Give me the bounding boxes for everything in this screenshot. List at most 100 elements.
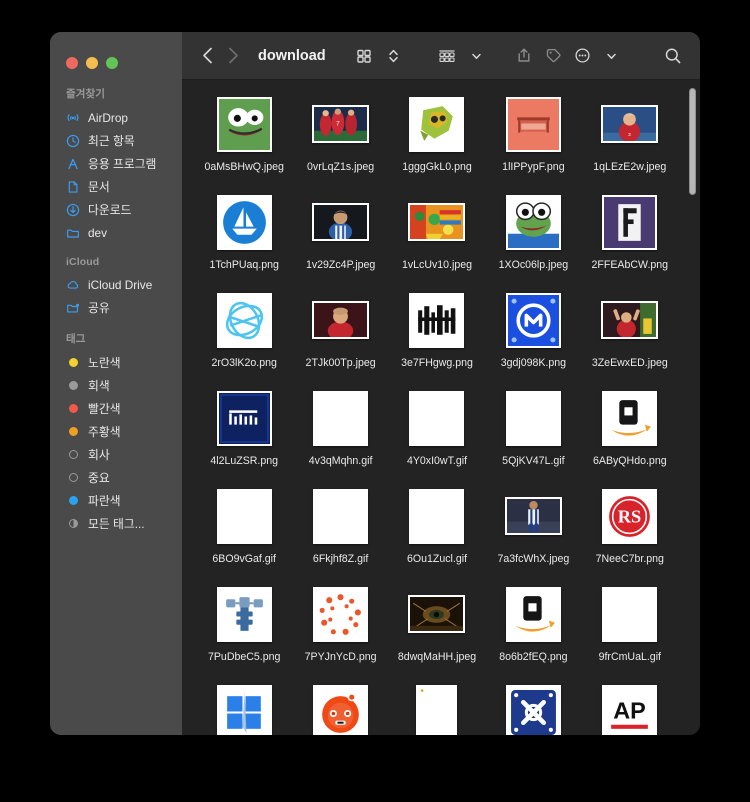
soccer-red-icon: 7 [312, 105, 370, 143]
sidebar-item-recents[interactable]: 최근 항목 [50, 129, 182, 152]
more-actions-button[interactable] [569, 43, 595, 69]
file-item[interactable]: 2FFEAbCW.png [582, 188, 678, 286]
tag-all-icon [66, 517, 80, 531]
file-name: 7PYJnYcD.png [304, 651, 377, 663]
file-item[interactable]: 8dwqMaHH.jpeg [389, 580, 485, 678]
file-item[interactable]: 7a3fcWhX.jpeg [485, 482, 581, 580]
salmon-banner-icon [505, 96, 561, 152]
scrollbar-thumb[interactable] [689, 88, 696, 195]
file-thumbnail [214, 290, 274, 350]
file-item[interactable]: 1TchPUaq.png [196, 188, 292, 286]
file-name: 8o6b2fEQ.png [499, 651, 568, 663]
sidebar-section-title: 태그 [66, 333, 86, 345]
sidebar-item-gray[interactable]: 회색 [50, 374, 182, 397]
sidebar-item-all-tags[interactable]: 모든 태그... [50, 512, 182, 535]
file-item[interactable]: 6Ou1Zucl.gif [389, 482, 485, 580]
file-name: 1TchPUaq.png [209, 259, 279, 271]
file-item[interactable]: 5QjKV47L.gif [485, 384, 581, 482]
sidebar-item-blue[interactable]: 파란색 [50, 489, 182, 512]
green-blob-icon [409, 96, 465, 152]
sidebar-item-yellow[interactable]: 노란색 [50, 351, 182, 374]
file-item[interactable]: 3 1qLEzE2w.jpeg [582, 90, 678, 188]
vertical-scrollbar[interactable] [688, 80, 697, 735]
file-item[interactable]: AP [582, 678, 678, 735]
blank-icon [216, 488, 272, 544]
more-chevron-icon[interactable] [598, 43, 624, 69]
file-name: 2FFEAbCW.png [591, 259, 669, 271]
file-item[interactable]: 2TJk00Tp.jpeg [292, 286, 388, 384]
file-item[interactable]: 6Fkjhf8Z.gif [292, 482, 388, 580]
file-item[interactable]: 4Y0xI0wT.gif [389, 384, 485, 482]
sidebar-item-icloud-drive[interactable]: iCloud Drive [50, 273, 182, 296]
sidebar-item-applications[interactable]: 응용 프로그램 [50, 152, 182, 175]
sidebar-item-airdrop[interactable]: AirDrop [50, 106, 182, 129]
file-thumbnail [407, 388, 467, 448]
download-icon [66, 203, 80, 217]
file-item[interactable]: 7 0vrLqZ1s.jpeg [292, 90, 388, 188]
file-item[interactable]: RS 7NeeC7br.png [582, 482, 678, 580]
sidebar-item-downloads[interactable]: 다운로드 [50, 198, 182, 221]
file-item[interactable]: 3ZeEwxED.jpeg [582, 286, 678, 384]
minimize-button[interactable] [86, 57, 98, 69]
close-button[interactable] [66, 57, 78, 69]
file-item[interactable]: 1vLcUv10.jpeg [389, 188, 485, 286]
file-item[interactable]: 2rO3lK2o.png [196, 286, 292, 384]
file-thumbnail [503, 486, 563, 546]
toolbar: download [182, 32, 700, 80]
view-icons-button[interactable] [351, 43, 377, 69]
sidebar-item-shared[interactable]: 공유 [50, 296, 182, 319]
back-button[interactable] [194, 43, 220, 69]
sidebar-item-company[interactable]: 회사 [50, 443, 182, 466]
file-item[interactable]: 6BO9vGaf.gif [196, 482, 292, 580]
sidebar-item-label: 중요 [88, 471, 110, 485]
file-item[interactable]: 8o6b2fEQ.png [485, 580, 581, 678]
file-name: 6Fkjhf8Z.gif [312, 553, 369, 565]
share-button[interactable] [511, 43, 537, 69]
sidebar-item-red[interactable]: 빨간색 [50, 397, 182, 420]
sidebar-item-important[interactable]: 중요 [50, 466, 182, 489]
svg-text:3: 3 [628, 132, 631, 137]
soccer-player-icon: 3 [601, 105, 659, 143]
file-name: 2TJk00Tp.jpeg [305, 357, 376, 369]
file-item[interactable] [389, 678, 485, 735]
file-item[interactable] [292, 678, 388, 735]
file-item[interactable]: 1gggGkL0.png [389, 90, 485, 188]
file-item[interactable]: 3e7FHgwg.png [389, 286, 485, 384]
group-by-button[interactable] [434, 43, 460, 69]
pepe-white-icon [505, 194, 561, 250]
blank-icon [313, 390, 369, 446]
file-item[interactable]: 1XOc06lp.jpeg [485, 188, 581, 286]
file-item[interactable] [485, 678, 581, 735]
file-item[interactable]: 4l2LuZSR.png [196, 384, 292, 482]
search-button[interactable] [660, 43, 686, 69]
file-item[interactable]: 7PYJnYcD.png [292, 580, 388, 678]
file-item[interactable]: 9frCmUaL.gif [582, 580, 678, 678]
main-area: download 0aMsBHwQ.jpeg 7 0vrLqZ1s.jpeg 1… [182, 32, 700, 735]
file-item[interactable]: 4v3qMqhn.gif [292, 384, 388, 482]
blank-icon [313, 488, 369, 544]
file-thumbnail [311, 682, 371, 735]
sidebar-item-orange[interactable]: 주황색 [50, 420, 182, 443]
file-thumbnail [503, 290, 563, 350]
tag-button[interactable] [540, 43, 566, 69]
file-name: 4v3qMqhn.gif [308, 455, 373, 467]
finder-window: 즐겨찾기 AirDrop 최근 항목 응용 프로그램 문서 다운로드 dev iCloud iC… [50, 32, 700, 735]
file-item[interactable]: 3gdj098K.png [485, 286, 581, 384]
maximize-button[interactable] [106, 57, 118, 69]
forward-button[interactable] [220, 43, 246, 69]
view-switch-button[interactable] [380, 43, 406, 69]
blue-tower-icon [216, 586, 272, 642]
file-thumbnail [407, 290, 467, 350]
group-by-chevron-icon[interactable] [463, 43, 489, 69]
sidebar-item-dev[interactable]: dev [50, 221, 182, 244]
file-item[interactable] [196, 678, 292, 735]
sidebar-item-label: 파란색 [88, 494, 121, 508]
blank-icon [602, 586, 658, 642]
file-name: 4l2LuZSR.png [210, 455, 279, 467]
file-item[interactable]: 7PuDbeC5.png [196, 580, 292, 678]
file-item[interactable]: 6AByQHdo.png [582, 384, 678, 482]
file-item[interactable]: 1v29Zc4P.jpeg [292, 188, 388, 286]
file-item[interactable]: 0aMsBHwQ.jpeg [196, 90, 292, 188]
sidebar-item-documents[interactable]: 문서 [50, 175, 182, 198]
file-item[interactable]: 1lIPPypF.png [485, 90, 581, 188]
